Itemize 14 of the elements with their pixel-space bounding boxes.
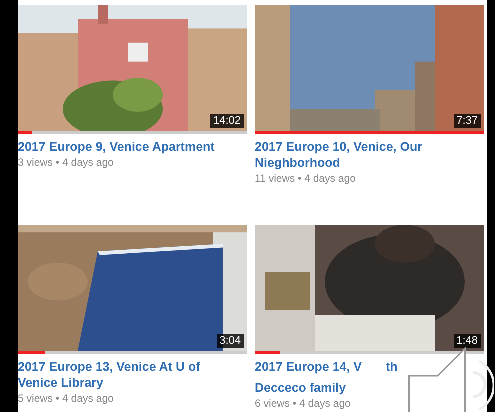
video-title[interactable]: 2017 Europe 13, Venice At U of Venice Library	[18, 359, 230, 391]
duration-badge: 1:48	[454, 334, 481, 348]
video-meta: 11 views • 4 days ago	[255, 173, 357, 186]
duration-badge: 7:37	[454, 114, 481, 128]
duration-badge: 14:02	[210, 114, 244, 128]
video-title[interactable]: 2017 Europe 9, Venice Apartment	[18, 139, 247, 155]
video-title[interactable]: th	[386, 359, 398, 375]
video-meta: 5 views • 4 days ago	[18, 393, 115, 406]
duration-badge: 3:04	[216, 334, 244, 348]
video-meta: 3 views • 4 days ago	[18, 157, 115, 170]
video-meta: 6 views • 4 days ago	[255, 398, 352, 411]
video-title[interactable]: 2017 Europe 14, V	[255, 359, 362, 375]
video-title[interactable]: Decceco family	[255, 380, 484, 396]
video-title[interactable]: 2017 Europe 10, Venice, Our Nieghborhood	[255, 139, 484, 171]
